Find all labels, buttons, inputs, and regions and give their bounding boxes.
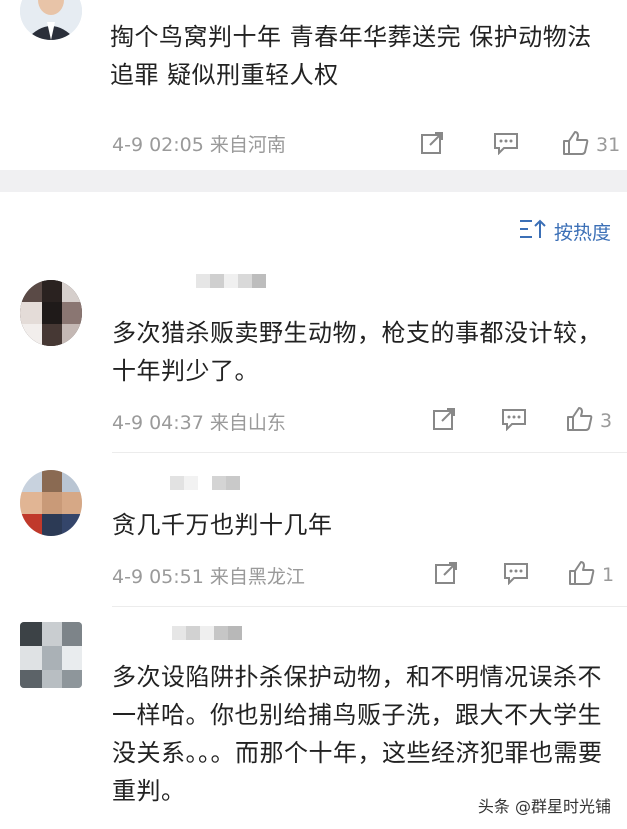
comment-icon[interactable] [492, 131, 520, 159]
name-mosaic [172, 626, 242, 640]
post-author-avatar[interactable] [20, 0, 82, 40]
comment-actions: 1 [434, 560, 614, 590]
share-icon[interactable] [420, 131, 446, 159]
comment-meta: 4-9 05:51 来自黑龙江 [112, 566, 305, 588]
post-actions: 31 [420, 130, 620, 160]
comment-like-count: 1 [602, 564, 615, 586]
post-text: 掏个鸟窝判十年 青春年华葬送完 保护动物法追罪 疑似刑重轻人权 [110, 23, 592, 89]
commenter-avatar[interactable] [20, 470, 82, 536]
comment-separator [112, 452, 627, 453]
comment-actions: 3 [432, 406, 612, 436]
comment-separator [112, 606, 627, 607]
name-mosaic [170, 476, 240, 490]
sort-label: 按热度 [553, 222, 611, 244]
original-post: 掏个鸟窝判十年 青春年华葬送完 保护动物法追罪 疑似刑重轻人权 4-9 02:0… [0, 0, 627, 168]
thumbs-up-icon[interactable] [562, 130, 590, 160]
section-divider [0, 170, 627, 192]
post-like-count: 31 [596, 134, 621, 156]
post-meta: 4-9 02:05 来自河南 [112, 134, 286, 156]
commenter-avatar[interactable] [20, 280, 82, 346]
share-icon[interactable] [432, 407, 458, 435]
thumbs-up-icon[interactable] [568, 560, 596, 590]
comment-text: 多次猎杀贩卖野生动物，枪支的事都没计较，十年判少了。 [112, 319, 602, 385]
watermark: 头条 @群星时光铺 [473, 791, 615, 819]
share-icon[interactable] [434, 561, 460, 589]
comment-item: 贪几千万也判十几年 4-9 05:51 来自黑龙江 1 [0, 470, 627, 598]
sort-by-hot-button[interactable]: 按热度 [518, 218, 611, 245]
comment-meta: 4-9 04:37 来自山东 [112, 412, 286, 434]
sort-icon [518, 218, 548, 245]
comment-icon[interactable] [502, 561, 530, 589]
commenter-avatar[interactable] [20, 622, 82, 688]
comment-icon[interactable] [500, 407, 528, 435]
comment-item: 多次猎杀贩卖野生动物，枪支的事都没计较，十年判少了。 4-9 04:37 来自山… [0, 274, 627, 440]
thumbs-up-icon[interactable] [566, 406, 594, 436]
comment-like-count: 3 [600, 410, 613, 432]
comment-text: 贪几千万也判十几年 [112, 511, 333, 539]
name-mosaic [196, 274, 266, 288]
comment-text: 多次设陷阱扑杀保护动物，和不明情况误杀不一样哈。你也别给捕鸟贩子洗，跟大不大学生… [112, 663, 603, 805]
